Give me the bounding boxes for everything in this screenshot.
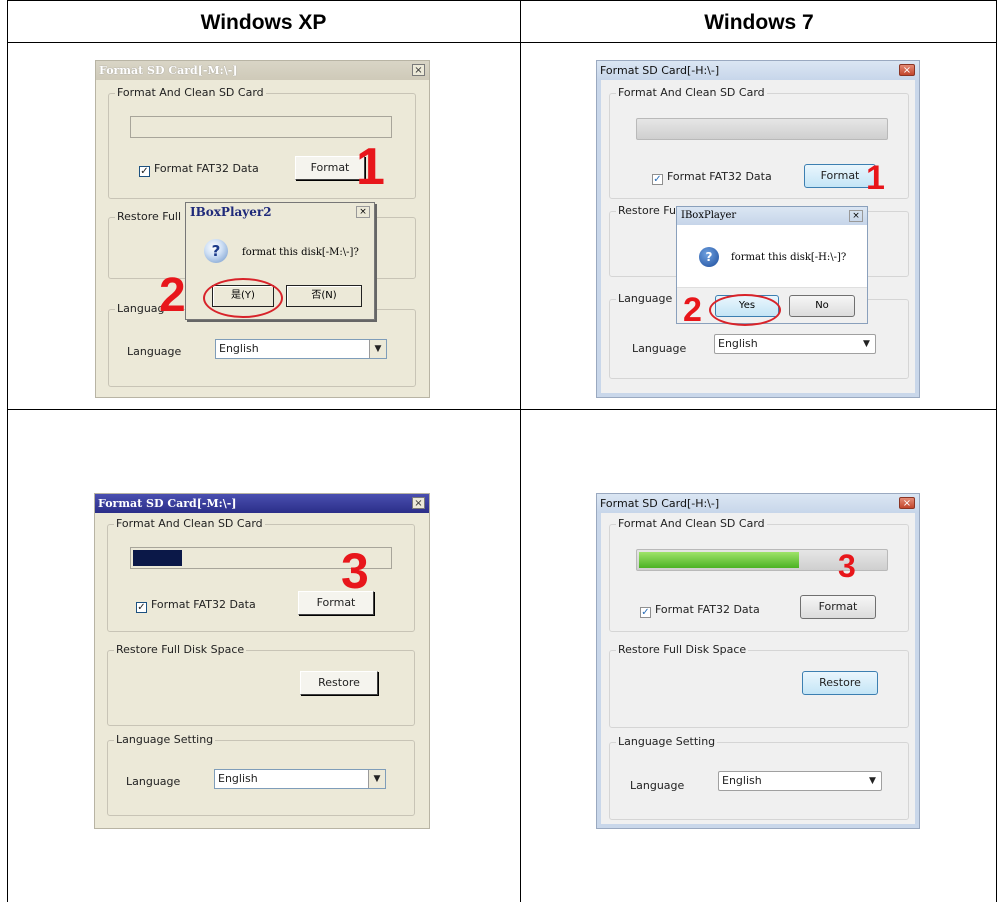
group-restore: Restore Full Disk Space Restore	[107, 643, 415, 726]
window-title: Format SD Card[-H:\-]	[597, 61, 919, 80]
group-label: Language S	[616, 292, 685, 305]
checkbox-label: Format FAT32 Data	[667, 170, 772, 183]
format-button[interactable]: Format	[295, 156, 365, 180]
restore-button[interactable]: Restore	[300, 671, 378, 695]
column-header-xp: Windows XP	[200, 11, 327, 34]
check-icon: ✓	[139, 166, 150, 177]
language-select[interactable]: English ▼	[714, 334, 876, 354]
table-divider-vertical	[520, 0, 521, 902]
table-border-right	[996, 0, 997, 902]
group-restore: Restore Full Disk Space Restore	[609, 643, 909, 728]
language-value: English	[718, 337, 758, 350]
language-value: English	[218, 772, 258, 785]
group-label: Restore Full Disk Space	[114, 643, 247, 656]
question-icon: ?	[204, 239, 228, 263]
language-select[interactable]: English ▼	[214, 769, 386, 789]
group-language: Languag Language English ▼	[108, 302, 416, 387]
check-icon: ✓	[652, 174, 663, 185]
highlight-yes-circle	[709, 294, 781, 326]
close-icon[interactable]: ×	[899, 64, 915, 76]
fat32-checkbox[interactable]: ✓ Format FAT32 Data	[640, 603, 760, 618]
dialog-title: IBoxPlayer	[677, 207, 867, 225]
group-format-clean: Format And Clean SD Card ✓ Format FAT32 D…	[609, 517, 909, 632]
close-icon[interactable]: ×	[412, 497, 425, 509]
language-label: Language	[630, 779, 685, 792]
chevron-down-icon[interactable]: ▼	[858, 335, 875, 353]
fat32-checkbox[interactable]: ✓ Format FAT32 Data	[136, 598, 256, 613]
window-title: Format SD Card[-M:\-]	[95, 494, 429, 513]
step-number-1: 1	[356, 138, 385, 196]
language-value: English	[219, 342, 259, 355]
format-button[interactable]: Format	[800, 595, 876, 619]
window-title: Format SD Card[-M:\-]	[96, 61, 429, 80]
group-label: Format And Clean SD Card	[115, 86, 266, 99]
group-label: Format And Clean SD Card	[616, 86, 767, 99]
no-button[interactable]: 否(N)	[286, 285, 362, 307]
language-select[interactable]: English ▼	[718, 771, 882, 791]
group-label: Language Setting	[616, 735, 718, 748]
chevron-down-icon[interactable]: ▼	[369, 340, 386, 358]
no-button[interactable]: No	[789, 295, 855, 317]
chevron-down-icon[interactable]: ▼	[368, 770, 385, 788]
group-label: Format And Clean SD Card	[114, 517, 265, 530]
checkbox-label: Format FAT32 Data	[154, 162, 259, 175]
checkbox-label: Format FAT32 Data	[655, 603, 760, 616]
checkbox-label: Format FAT32 Data	[151, 598, 256, 611]
column-header-win7: Windows 7	[704, 11, 814, 34]
table-border-left	[7, 0, 8, 902]
close-icon[interactable]: ×	[899, 497, 915, 509]
progress-fill	[133, 550, 183, 566]
step-number-2: 2	[683, 291, 702, 329]
window-title: Format SD Card[-H:\-]	[597, 494, 919, 513]
group-label: Restore Full Disk Space	[616, 643, 749, 656]
group-format-clean: Format And Clean SD Card ✓ Format FAT32 D…	[609, 86, 909, 199]
language-label: Language	[127, 345, 182, 358]
group-label: Restore Fu	[616, 204, 678, 217]
group-label: Restore Full D	[115, 210, 196, 223]
check-icon: ✓	[136, 602, 147, 613]
chevron-down-icon[interactable]: ▼	[864, 772, 881, 790]
restore-button[interactable]: Restore	[802, 671, 878, 695]
close-icon[interactable]: ×	[412, 64, 425, 76]
step-number-3: 3	[341, 543, 369, 599]
language-label: Language	[126, 775, 181, 788]
w7-format-window-bottom: Format SD Card[-H:\-] × Format And Clean…	[596, 493, 920, 829]
close-icon[interactable]: ×	[356, 206, 370, 218]
progress-fill	[639, 552, 799, 568]
group-label: Language Setting	[114, 733, 216, 746]
check-icon: ✓	[640, 607, 651, 618]
step-number-3: 3	[838, 548, 856, 584]
xp-format-window-bottom: Format SD Card[-M:\-] × Format And Clean…	[94, 493, 430, 829]
table-header-divider	[7, 42, 997, 43]
step-number-2: 2	[159, 269, 186, 322]
step-number-1: 1	[866, 159, 885, 197]
progress-bar	[636, 118, 888, 140]
dialog-message: format this disk[-M:\-]?	[242, 247, 359, 258]
language-select[interactable]: English ▼	[215, 339, 387, 359]
close-icon[interactable]: ×	[849, 210, 863, 222]
fat32-checkbox[interactable]: ✓ Format FAT32 Data	[139, 162, 259, 177]
table-row-divider	[7, 409, 997, 410]
group-language: Language Setting Language English ▼	[107, 733, 415, 816]
group-language: Language Setting Language English ▼	[609, 735, 909, 820]
fat32-checkbox[interactable]: ✓ Format FAT32 Data	[652, 170, 772, 185]
group-label: Format And Clean SD Card	[616, 517, 767, 530]
dialog-title: IBoxPlayer2	[186, 203, 374, 221]
dialog-message: format this disk[-H:\-]?	[731, 252, 847, 263]
highlight-yes-circle	[203, 278, 283, 318]
language-label: Language	[632, 342, 687, 355]
question-icon: ?	[699, 247, 719, 267]
progress-bar	[130, 116, 392, 138]
table-border-top	[7, 0, 997, 1]
language-value: English	[722, 774, 762, 787]
